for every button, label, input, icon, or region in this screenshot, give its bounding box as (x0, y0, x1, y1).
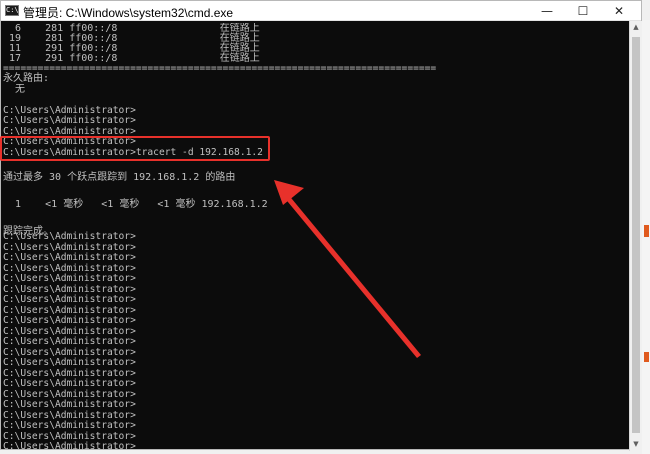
maximize-button[interactable]: ☐ (570, 1, 596, 21)
console-line: 1 <1 毫秒 <1 毫秒 <1 毫秒 192.168.1.2 (3, 199, 268, 210)
close-button[interactable]: ✕ (606, 1, 632, 21)
scroll-up-icon[interactable]: ▲ (630, 21, 642, 34)
scroll-thumb[interactable] (632, 37, 640, 433)
cmd-app-icon[interactable]: C:\ (5, 5, 19, 16)
console-line: C:\Users\Administrator> (3, 336, 136, 347)
console-line: C:\Users\Administrator> (3, 399, 136, 410)
console-line: C:\Users\Administrator> (3, 294, 136, 305)
console-line: C:\Users\Administrator> (3, 378, 136, 389)
window-title: 管理员: C:\Windows\system32\cmd.exe (23, 6, 234, 20)
console-line: C:\Users\Administrator> (3, 252, 136, 263)
console-line: C:\Users\Administrator> (3, 315, 136, 326)
console-line: C:\Users\Administrator> (3, 115, 136, 126)
console-line: 通过最多 30 个跃点跟踪到 192.168.1.2 的路由 (3, 172, 236, 183)
console-output[interactable]: 6 281 ff00::/8 在链路上 19 281 ff00::/8 在链路上… (3, 23, 629, 451)
console-line: C:\Users\Administrator> (3, 273, 136, 284)
cmd-window: C:\ 管理员: C:\Windows\system32\cmd.exe — ☐… (0, 0, 642, 451)
console-line: ========================================… (3, 63, 437, 74)
minimize-button[interactable]: — (534, 1, 560, 21)
console-line: C:\Users\Administrator> (3, 420, 136, 431)
background-edge-mark (644, 352, 649, 362)
console-line: 无 (3, 84, 26, 95)
scroll-down-icon[interactable]: ▼ (630, 438, 642, 451)
console-line: 永久路由: (3, 73, 50, 84)
title-bar[interactable]: C:\ 管理员: C:\Windows\system32\cmd.exe — ☐… (1, 1, 641, 21)
vertical-scrollbar[interactable]: ▲ ▼ (629, 21, 642, 451)
background-edge-mark (644, 225, 649, 237)
console-line: C:\Users\Administrator> (3, 357, 136, 368)
console-line: C:\Users\Administrator> (3, 441, 136, 451)
highlight-box (0, 136, 270, 161)
background-edge (642, 20, 650, 454)
console-line: C:\Users\Administrator> (3, 231, 136, 242)
